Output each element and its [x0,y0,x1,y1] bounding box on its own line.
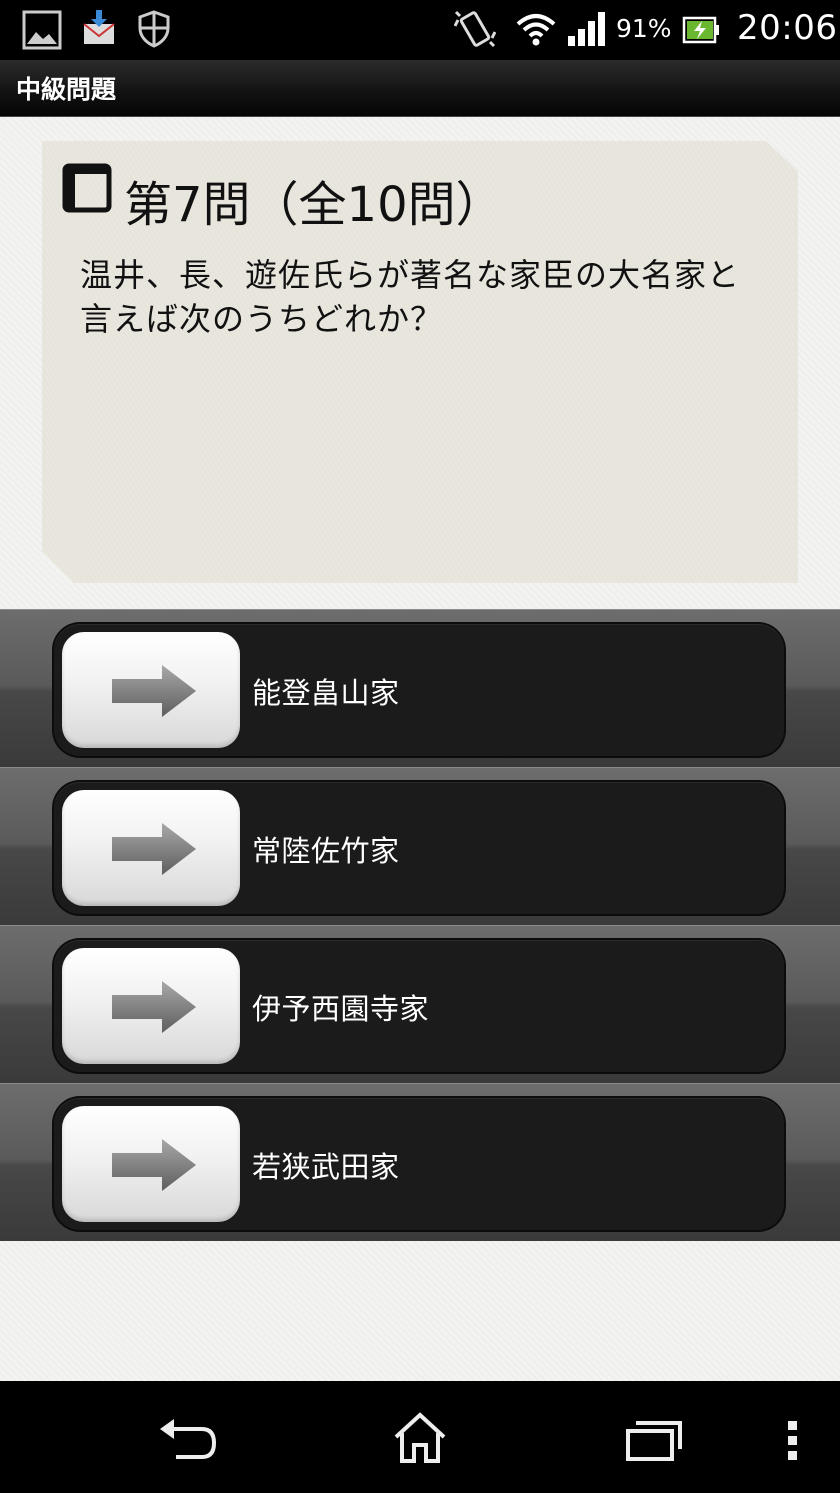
arrow-right-icon [112,823,196,875]
answer-option-2[interactable]: 常陸佐竹家 [54,782,784,914]
back-icon[interactable] [158,1419,218,1467]
answer-button[interactable] [62,790,240,906]
arrow-right-icon [112,665,196,717]
answer-row: 若狭武田家 [0,1083,840,1241]
answer-button[interactable] [62,1106,240,1222]
navigation-bar [0,1381,840,1493]
question-card: 第7問（全10問） 温井、長、遊佐氏らが著名な家臣の大名家と言えば次のうちどれか… [42,141,798,583]
answer-row: 能登畠山家 [0,609,840,767]
action-bar: 中級問題 [0,60,840,117]
wifi-icon [516,12,556,50]
answer-label: 能登畠山家 [252,676,400,710]
answer-row: 常陸佐竹家 [0,767,840,925]
answer-list: 能登畠山家 常陸佐竹家 伊予西園寺家 若狭武田家 [0,609,840,1241]
signal-icon [568,12,606,50]
question-number: 第7問（全10問） [124,177,504,233]
content-area: 第7問（全10問） 温井、長、遊佐氏らが著名な家臣の大名家と言えば次のうちどれか… [0,117,840,1381]
battery-percent: 91% [616,14,672,43]
overflow-menu-icon[interactable] [786,1421,800,1465]
answer-row: 伊予西園寺家 [0,925,840,1083]
clock: 20:06 [737,8,838,48]
answer-label: 伊予西園寺家 [252,992,430,1026]
arrow-right-icon [112,1139,196,1191]
page-title: 中級問題 [16,75,117,104]
home-icon[interactable] [392,1411,448,1469]
arrow-right-icon [112,981,196,1033]
question-text: 温井、長、遊佐氏らが著名な家臣の大名家と言えば次のうちどれか？ [80,256,741,338]
status-bar: 91% 20:06 [0,0,840,60]
answer-label: 常陸佐竹家 [252,834,400,868]
answer-label: 若狭武田家 [252,1150,400,1184]
answer-button[interactable] [62,948,240,1064]
question-marker-icon [62,163,112,213]
shield-icon [138,10,170,52]
answer-option-3[interactable]: 伊予西園寺家 [54,940,784,1072]
recent-apps-icon[interactable] [624,1417,684,1465]
gallery-icon [22,10,62,54]
answer-option-4[interactable]: 若狭武田家 [54,1098,784,1230]
mail-download-icon [82,10,116,50]
answer-option-1[interactable]: 能登畠山家 [54,624,784,756]
vibrate-icon [453,10,497,54]
battery-charging-icon [682,16,720,48]
answer-button[interactable] [62,632,240,748]
